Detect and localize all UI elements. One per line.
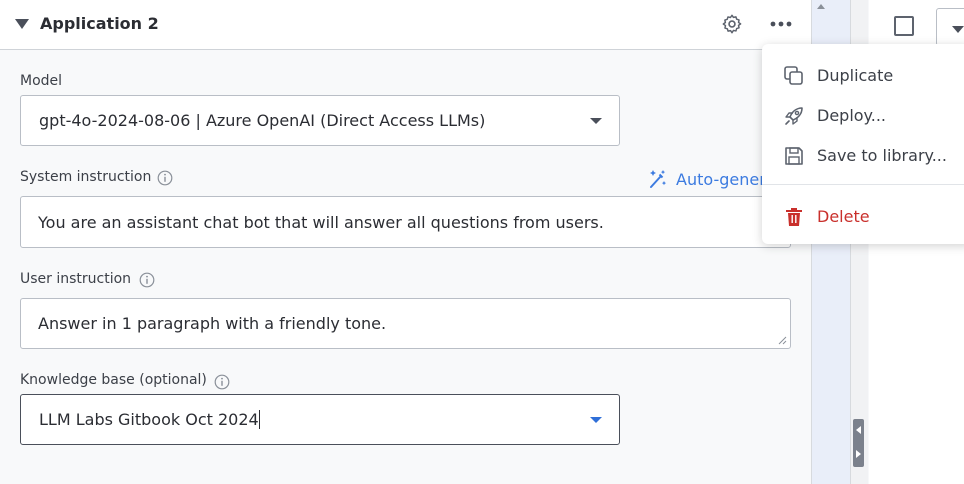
chevron-left-icon <box>856 426 861 434</box>
system-instruction-value: You are an assistant chat bot that will … <box>38 212 604 232</box>
resize-handle-icon[interactable] <box>778 336 787 345</box>
text-cursor <box>258 410 260 429</box>
chevron-right-icon <box>856 450 861 458</box>
application-panel: Application 2 Model gpt-4o-2024-08-06 | … <box>0 0 812 484</box>
info-icon[interactable] <box>139 272 155 288</box>
menu-item-label: Duplicate <box>817 65 894 85</box>
menu-item-label: Save to library... <box>817 145 947 165</box>
menu-item-delete[interactable]: Delete <box>762 198 964 234</box>
application-title: Application 2 <box>40 14 159 33</box>
menu-item-duplicate[interactable]: Duplicate <box>762 57 964 93</box>
info-icon[interactable] <box>214 374 230 390</box>
system-instruction-label: System instruction <box>20 169 152 185</box>
magic-wand-icon <box>650 170 667 188</box>
model-label: Model <box>20 73 63 89</box>
menu-item-deploy[interactable]: Deploy... <box>762 97 964 133</box>
menu-item-label: Deploy... <box>817 105 886 125</box>
gear-icon[interactable] <box>721 13 743 35</box>
knowledge-base-select[interactable]: LLM Labs Gitbook Oct 2024 <box>20 394 620 445</box>
right-dropdown[interactable] <box>936 8 964 46</box>
auto-generate-label: Auto-generate <box>676 169 763 189</box>
menu-item-save-to-library[interactable]: Save to library... <box>762 137 964 173</box>
scroll-up-icon[interactable] <box>817 4 825 9</box>
splitter-handle[interactable] <box>853 419 864 467</box>
chevron-down-icon <box>952 26 964 33</box>
panel-header: Application 2 <box>0 0 811 50</box>
menu-divider <box>762 184 964 185</box>
auto-generate-button[interactable]: Auto-generate <box>648 167 763 191</box>
knowledge-base-label: Knowledge base (optional) <box>20 372 207 388</box>
model-value: gpt-4o-2024-08-06 | Azure OpenAI (Direct… <box>39 111 486 130</box>
chevron-down-icon <box>590 416 602 423</box>
model-select[interactable]: gpt-4o-2024-08-06 | Azure OpenAI (Direct… <box>20 95 620 146</box>
duplicate-icon <box>784 66 803 85</box>
options-menu: Duplicate Deploy... Save to library... D… <box>762 44 964 244</box>
save-icon <box>785 147 803 165</box>
user-instruction-label: User instruction <box>20 271 132 287</box>
select-checkbox[interactable] <box>894 16 914 36</box>
info-icon[interactable] <box>157 170 173 186</box>
system-instruction-textarea[interactable]: You are an assistant chat bot that will … <box>20 196 791 248</box>
user-instruction-value: Answer in 1 paragraph with a friendly to… <box>38 314 387 333</box>
knowledge-base-value: LLM Labs Gitbook Oct 2024 <box>39 410 259 429</box>
rocket-icon <box>785 107 803 125</box>
collapse-caret-icon[interactable] <box>15 19 29 29</box>
user-instruction-textarea[interactable]: Answer in 1 paragraph with a friendly to… <box>20 298 791 349</box>
more-options-icon[interactable] <box>769 14 793 34</box>
menu-item-label: Delete <box>817 206 870 226</box>
trash-icon <box>786 208 802 226</box>
chevron-down-icon <box>590 117 602 124</box>
